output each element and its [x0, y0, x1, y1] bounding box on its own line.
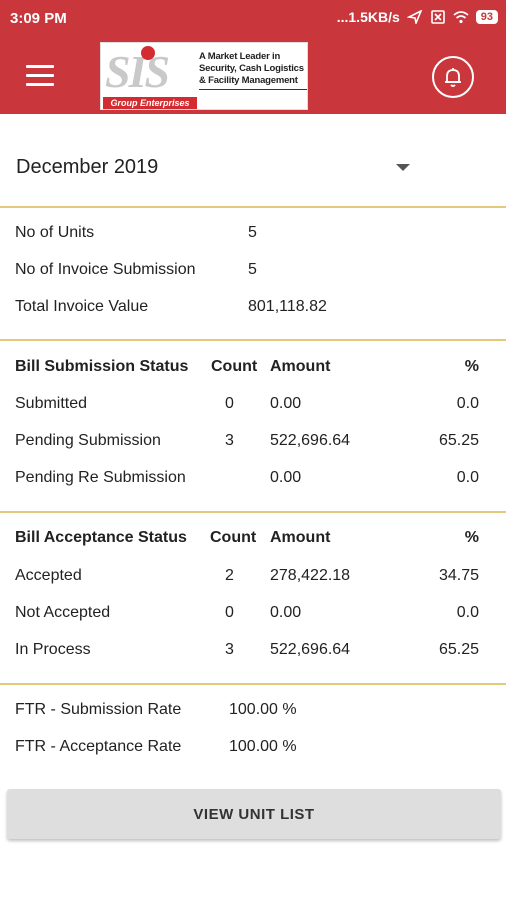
count-cell: 3: [225, 641, 234, 658]
table-row: Accepted 2 278,422.18 34.75: [0, 558, 506, 595]
status-cell: Not Accepted: [15, 604, 111, 621]
logo-mark: SIS: [105, 46, 170, 97]
app-bar: SIS Group Enterprises A Market Leader in…: [0, 38, 506, 114]
divider: [0, 339, 506, 341]
count-cell: 0: [225, 395, 234, 412]
count-cell: 0: [225, 604, 234, 621]
amount-cell: 522,696.64: [270, 641, 351, 658]
location-icon: [406, 10, 423, 24]
ftr-label: FTR - Acceptance Rate: [15, 738, 182, 755]
summary-row: No of Units 5: [0, 215, 506, 252]
column-header-percent: %: [464, 358, 479, 375]
column-header-status: Bill Submission Status: [15, 358, 189, 375]
view-unit-list-button[interactable]: VIEW UNIT LIST: [7, 789, 501, 839]
table-row: Pending Re Submission 0.00 0.0: [0, 460, 506, 497]
column-header-amount: Amount: [270, 529, 331, 546]
status-time: 3:09 PM: [10, 10, 67, 27]
column-header-status: Bill Acceptance Status: [15, 529, 187, 546]
ftr-row: FTR - Submission Rate 100.00 %: [0, 692, 506, 729]
status-icons: ...1.5KB/s 93: [337, 9, 498, 25]
amount-cell: 0.00: [270, 395, 302, 412]
month-value: December 2019: [16, 156, 159, 178]
table-row: In Process 3 522,696.64 65.25: [0, 632, 506, 669]
table-row: Not Accepted 0 0.00 0.0: [0, 595, 506, 632]
percent-cell: 0.0: [456, 395, 479, 412]
logo-group-label: Group Enterprises: [103, 97, 197, 109]
percent-cell: 34.75: [438, 567, 479, 584]
status-cell: Pending Submission: [15, 432, 161, 449]
logo-tagline: A Market Leader in Security, Cash Logist…: [199, 51, 307, 90]
status-bar: 3:09 PM ...1.5KB/s 93: [0, 0, 506, 38]
amount-cell: 0.00: [270, 604, 302, 621]
amount-cell: 522,696.64: [270, 432, 351, 449]
sim-off-icon: [430, 10, 445, 24]
summary-value: 5: [248, 261, 257, 278]
ftr-value: 100.00 %: [229, 701, 297, 718]
battery-level: 93: [475, 10, 498, 24]
status-cell: Accepted: [15, 567, 82, 584]
amount-cell: 278,422.18: [270, 567, 351, 584]
ftr-row: FTR - Acceptance Rate 100.00 %: [0, 729, 506, 766]
divider: [0, 683, 506, 685]
logo-dot: [141, 46, 155, 60]
wifi-icon: [453, 11, 469, 24]
amount-cell: 0.00: [270, 469, 302, 486]
ftr-label: FTR - Submission Rate: [15, 701, 182, 718]
bill-submission-header: Bill Submission Status Count Amount %: [0, 349, 506, 386]
summary-value: 5: [248, 224, 257, 241]
status-cell: In Process: [15, 641, 91, 658]
notification-bell-icon[interactable]: [432, 56, 474, 98]
percent-cell: 0.0: [456, 469, 479, 486]
summary-value: 801,118.82: [248, 298, 327, 315]
summary-label: No of Invoice Submission: [15, 261, 196, 278]
dropdown-arrow-icon: [396, 164, 410, 171]
summary-row: No of Invoice Submission 5: [0, 252, 506, 289]
summary-row: Total Invoice Value 801,118.82: [0, 289, 506, 326]
month-dropdown[interactable]: December 2019: [0, 130, 506, 206]
count-cell: 3: [225, 432, 234, 449]
percent-cell: 65.25: [438, 432, 479, 449]
status-cell: Submitted: [15, 395, 88, 412]
column-header-count: Count: [210, 529, 257, 546]
bell-icon: [445, 68, 461, 87]
table-row: Submitted 0 0.00 0.0: [0, 386, 506, 423]
percent-cell: 0.0: [456, 604, 479, 621]
column-header-count: Count: [211, 358, 258, 375]
bill-acceptance-header: Bill Acceptance Status Count Amount %: [0, 520, 506, 557]
count-cell: 2: [225, 567, 234, 584]
summary-label: Total Invoice Value: [15, 298, 149, 315]
company-logo: SIS Group Enterprises A Market Leader in…: [100, 42, 308, 110]
divider: [0, 511, 506, 513]
table-row: Pending Submission 3 522,696.64 65.25: [0, 423, 506, 460]
summary-label: No of Units: [15, 224, 95, 241]
divider: [0, 206, 506, 208]
column-header-percent: %: [464, 529, 479, 546]
percent-cell: 65.25: [438, 641, 479, 658]
status-cell: Pending Re Submission: [15, 469, 186, 486]
column-header-amount: Amount: [270, 358, 331, 375]
network-speed: ...1.5KB/s: [336, 9, 400, 25]
ftr-value: 100.00 %: [229, 738, 297, 755]
menu-icon[interactable]: [26, 65, 54, 87]
